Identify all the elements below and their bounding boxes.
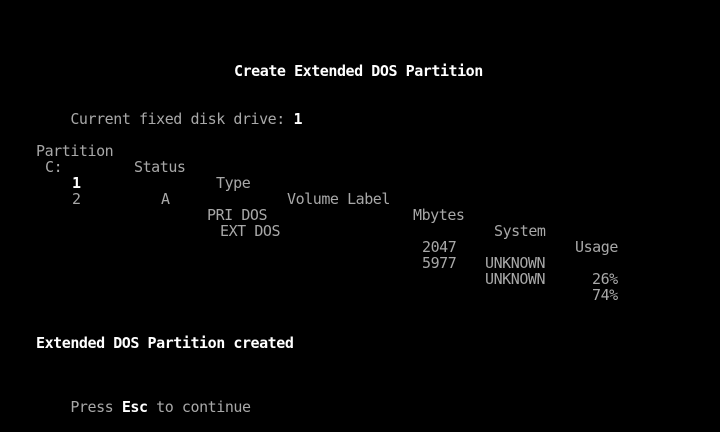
prompt-suffix: to continue [156, 398, 251, 416]
esc-key-label[interactable]: Esc [122, 398, 148, 416]
row-type: EXT DOS [220, 222, 281, 240]
prompt-prefix: Press [70, 398, 114, 416]
row-partition: 2 [72, 190, 81, 208]
header-usage: Usage [575, 238, 618, 256]
current-drive-line: Current fixed disk drive: 1 [36, 95, 302, 127]
header-volume-label: Volume Label [287, 190, 390, 208]
screen-title: Create Extended DOS Partition [234, 62, 483, 80]
continue-prompt[interactable]: Press Esc to continue [36, 383, 251, 415]
partition-table-header: Partition Status Type Volume Label Mbyte… [36, 127, 676, 255]
row-mbytes: 5977 [422, 254, 457, 272]
header-system: System [494, 222, 546, 240]
current-drive-label: Current fixed disk drive: [70, 110, 285, 128]
table-row: 2 EXT DOS 5977 UNKNOWN 74% [36, 159, 676, 303]
current-drive-value: 1 [293, 110, 303, 128]
row-status: A [161, 190, 170, 208]
table-row: C: 1 A PRI DOS 2047 UNKNOWN 26% [36, 143, 676, 287]
row-usage: 26% [592, 270, 618, 288]
fdisk-screen: Create Extended DOS Partition Current fi… [0, 0, 720, 415]
row-usage: 74% [592, 286, 618, 304]
header-type: Type [216, 174, 251, 192]
row-system: UNKNOWN [485, 254, 546, 272]
header-mbytes: Mbytes [413, 206, 465, 224]
row-type: PRI DOS [207, 206, 268, 224]
row-system: UNKNOWN [485, 270, 546, 288]
status-message: Extended DOS Partition created [36, 334, 294, 352]
row-partition: 1 [72, 174, 81, 192]
row-mbytes: 2047 [422, 238, 457, 256]
